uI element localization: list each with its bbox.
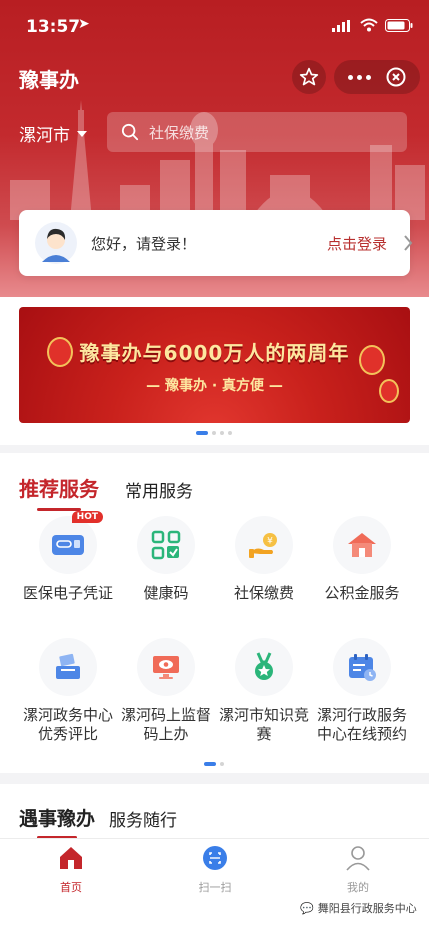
login-card[interactable]: 您好，请登录！ 点击登录: [19, 210, 413, 276]
status-time: 13:57: [26, 17, 81, 37]
service-knowledge-contest[interactable]: 漯河市知识竞赛: [214, 638, 314, 744]
banner-headline: 豫事办与6000万人的两周年: [79, 341, 350, 365]
city-skyline-illustration: [10, 100, 425, 220]
service-label: 社保缴费: [233, 584, 294, 602]
city-name: 漯河市: [19, 126, 70, 146]
service-label: 漯河市知识竞赛: [218, 706, 309, 743]
home-icon: [60, 847, 82, 869]
search-icon: [121, 123, 139, 141]
service-label: 漯河政务中心优秀评比: [22, 706, 113, 743]
mini-program-capsule: [334, 60, 420, 94]
social-security-payment-icon: ¥: [249, 533, 277, 558]
avatar: [35, 222, 77, 264]
service-pagination: [204, 762, 224, 766]
event-tabs: 遇事豫办 服务随行: [19, 804, 177, 839]
city-selector[interactable]: 漯河市: [19, 121, 87, 146]
tab-recommended[interactable]: 推荐服务: [19, 473, 99, 511]
tab-label: 扫一扫: [198, 881, 232, 894]
calendar-icon: [349, 654, 376, 681]
tab-service-along[interactable]: 服务随行: [109, 806, 177, 831]
chevron-right-icon: [404, 235, 413, 251]
housing-fund-icon: [348, 533, 376, 557]
tab-label: 我的: [347, 881, 369, 894]
banner-pagination: [196, 431, 232, 435]
banner-section: 豫事办与6000万人的两周年 — 豫事办 · 真方便 —: [0, 297, 429, 445]
service-label: 漯河码上监督码上办: [120, 706, 211, 743]
tab-mine[interactable]: 我的: [313, 845, 403, 895]
scan-icon: [203, 846, 227, 870]
service-health-code[interactable]: 健康码: [116, 516, 216, 603]
status-bar: 13:57 ➤: [0, 0, 429, 50]
tab-life-events[interactable]: 遇事豫办: [19, 804, 95, 839]
hot-badge: HOT: [71, 511, 103, 523]
service-supervision[interactable]: 漯河码上监督码上办: [116, 638, 216, 744]
search-bar[interactable]: 社保缴费: [107, 112, 407, 152]
service-housing-fund[interactable]: 公积金服务: [312, 516, 412, 603]
star-icon: [299, 67, 319, 86]
vote-box-icon: [56, 653, 80, 679]
service-label: 医保电子凭证: [22, 584, 113, 602]
watermark-text: 舞阳县行政服务中心: [317, 902, 417, 915]
caret-down-icon: [77, 130, 87, 137]
battery-icon: [385, 19, 413, 32]
service-label: 健康码: [143, 584, 189, 602]
monitor-eye-icon: [153, 656, 179, 679]
svg-text:¥: ¥: [267, 537, 273, 547]
health-code-icon: [151, 530, 181, 560]
tab-label: 首页: [60, 881, 82, 894]
service-social-security[interactable]: ¥ 社保缴费: [214, 516, 314, 603]
medical-insurance-card-icon: [52, 535, 84, 555]
user-icon: [346, 846, 370, 871]
service-online-booking[interactable]: 漯河行政服务中心在线预约: [312, 638, 412, 744]
tab-common[interactable]: 常用服务: [125, 477, 193, 502]
tab-home[interactable]: 首页: [26, 845, 116, 895]
cellular-signal-icon: [332, 20, 350, 32]
services-section: 推荐服务 常用服务 HOT 医保电子凭证 健康码 ¥ 社保缴费 公积金服务 漯河…: [0, 453, 429, 773]
service-government-rating[interactable]: 漯河政务中心优秀评比: [18, 638, 118, 744]
tab-scan[interactable]: 扫一扫: [170, 845, 260, 895]
watermark: 💬 舞阳县行政服务中心: [300, 900, 417, 916]
favorite-button[interactable]: [292, 60, 326, 94]
login-link[interactable]: 点击登录: [327, 233, 387, 254]
wifi-icon: [360, 18, 378, 32]
service-label: 公积金服务: [324, 584, 400, 602]
login-greeting: 您好，请登录！: [91, 235, 197, 253]
banner-subtitle: — 豫事办 · 真方便 —: [146, 378, 283, 394]
search-placeholder: 社保缴费: [149, 123, 210, 142]
service-tabs: 推荐服务 常用服务: [19, 473, 193, 511]
wechat-logo-icon: 💬: [300, 901, 314, 915]
service-label: 漯河行政服务中心在线预约: [316, 706, 407, 743]
close-mini-program-button[interactable]: [386, 67, 406, 87]
more-options-button[interactable]: [346, 67, 372, 87]
promo-banner[interactable]: 豫事办与6000万人的两周年 — 豫事办 · 真方便 —: [19, 307, 410, 423]
events-section: 遇事豫办 服务随行: [0, 784, 429, 844]
service-medical-insurance[interactable]: HOT 医保电子凭证: [18, 511, 118, 603]
location-arrow-icon: ➤: [78, 16, 90, 32]
app-title: 豫事办: [19, 68, 79, 92]
medal-icon: [255, 652, 273, 680]
